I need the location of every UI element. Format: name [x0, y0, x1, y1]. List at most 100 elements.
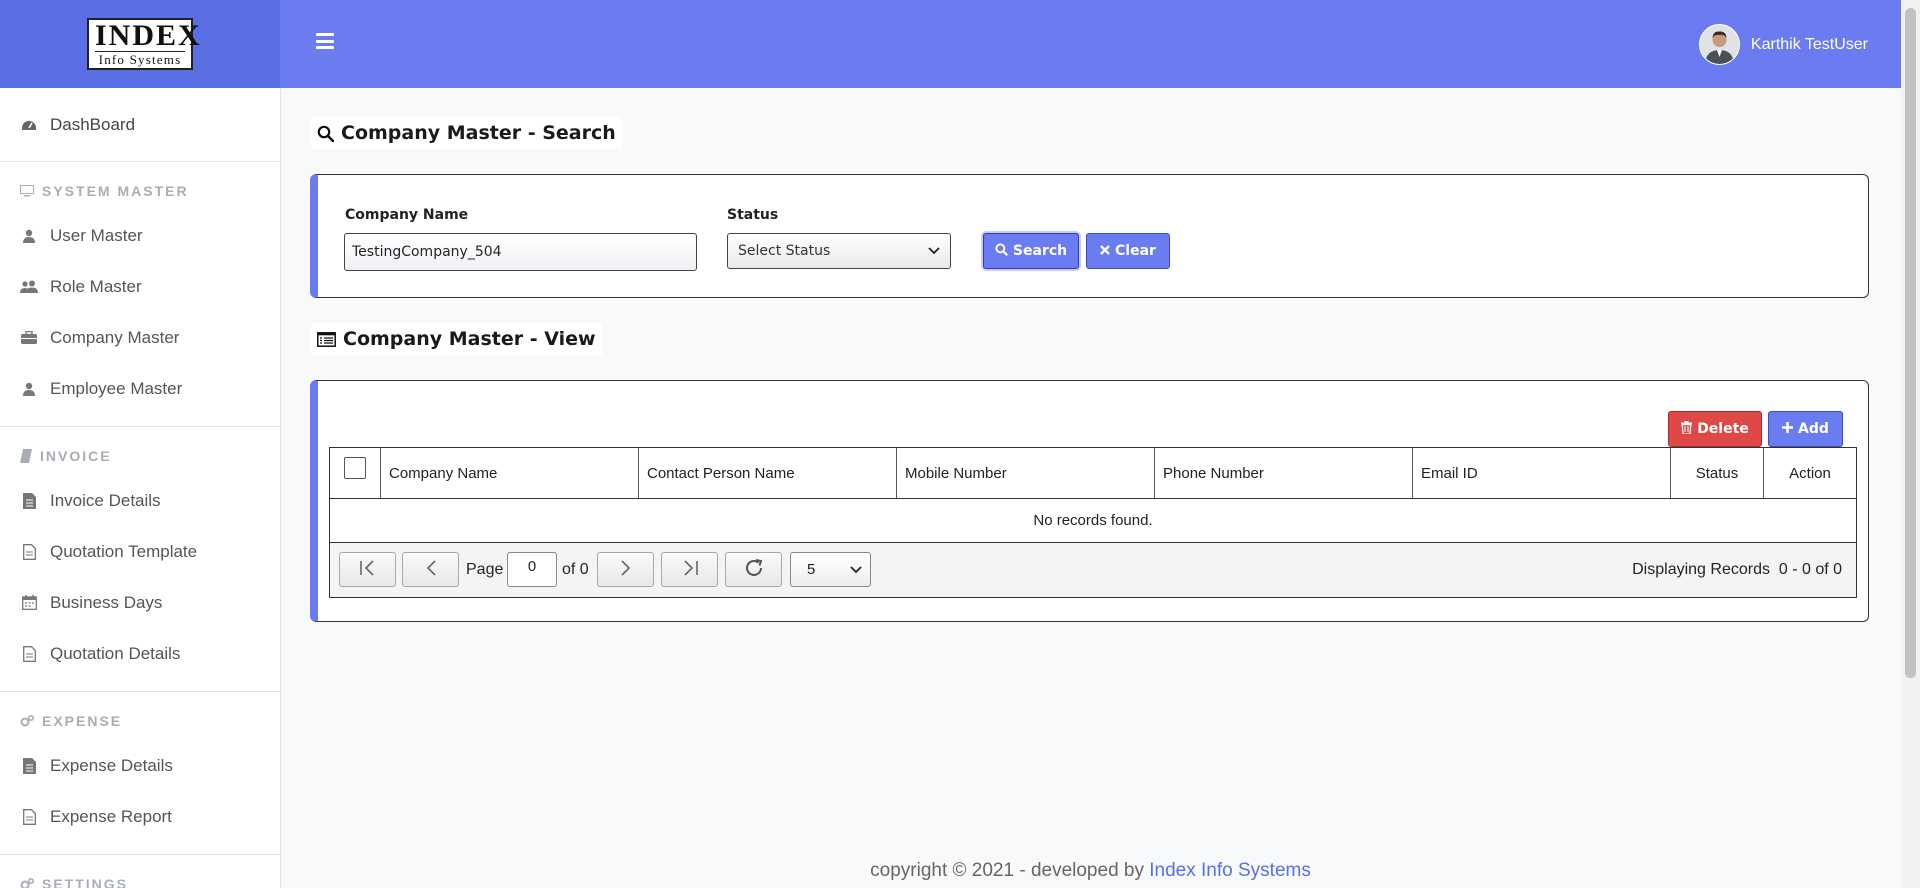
sidebar-item-employee-master[interactable]: Employee Master [0, 363, 280, 414]
sidebar: INDEX Info Systems DashBoard SYSTEM MAST… [0, 0, 281, 888]
last-page-button[interactable] [661, 552, 718, 587]
file-icon [20, 645, 38, 663]
add-button[interactable]: Add [1768, 411, 1843, 447]
sidebar-item-label: Role Master [50, 276, 142, 296]
sidebar-item-expense-report[interactable]: Expense Report [0, 791, 280, 842]
company-name-input[interactable]: TestingCompany_504 [344, 233, 697, 271]
sidebar-item-label: Quotation Template [50, 541, 198, 561]
select-all-checkbox[interactable] [344, 457, 366, 479]
delete-button-label: Delete [1697, 421, 1749, 437]
column-header-company-name[interactable]: Company Name [381, 448, 639, 498]
company-logo[interactable]: INDEX Info Systems [87, 18, 202, 70]
column-header-action: Action [1764, 448, 1856, 498]
sidebar-divider [0, 854, 280, 855]
search-icon [995, 242, 1008, 260]
page-size-select[interactable]: 5 [790, 552, 871, 587]
page-footer: copyright © 2021 - developed by Index In… [0, 860, 1901, 882]
footer-company-link[interactable]: Index Info Systems [1149, 860, 1311, 881]
table-header-row: Company Name Contact Person Name Mobile … [330, 448, 1856, 499]
user-icon [20, 227, 38, 245]
book-icon [20, 449, 32, 463]
select-all-cell [330, 448, 381, 498]
sidebar-section-system-master: SYSTEM MASTER [0, 172, 280, 210]
file-icon [20, 543, 38, 561]
column-header-label: Phone Number [1163, 464, 1264, 482]
section-title: INVOICE [40, 448, 112, 464]
column-header-mobile-number[interactable]: Mobile Number [897, 448, 1155, 498]
logo-main-text: INDEX [95, 19, 202, 52]
user-menu[interactable]: Karthik TestUser [1698, 24, 1868, 65]
add-button-label: Add [1798, 421, 1829, 437]
sidebar-item-user-master[interactable]: User Master [0, 210, 280, 261]
user-icon [20, 380, 38, 398]
sidebar-item-role-master[interactable]: Role Master [0, 261, 280, 312]
file-text-icon [20, 757, 38, 775]
sidebar-divider [0, 426, 280, 427]
sidebar-item-expense-details[interactable]: Expense Details [0, 740, 280, 791]
sidebar-divider [0, 691, 280, 692]
sidebar-item-dashboard[interactable]: DashBoard [0, 88, 280, 162]
logo-sub-text: Info Systems [95, 51, 185, 68]
list-alt-icon [317, 331, 336, 347]
sidebar-item-quotation-template[interactable]: Quotation Template [0, 526, 280, 577]
search-button[interactable]: Search [983, 233, 1079, 269]
user-name: Karthik TestUser [1750, 35, 1868, 53]
company-name-label: Company Name [345, 207, 469, 223]
refresh-icon [743, 557, 765, 583]
sidebar-section-invoice: INVOICE [0, 437, 280, 475]
last-page-icon [681, 559, 699, 580]
sidebar-item-business-days[interactable]: Business Days [0, 577, 280, 628]
section-title: SYSTEM MASTER [42, 183, 189, 199]
section-title: EXPENSE [42, 713, 123, 729]
section-title-text: Company Master - View [343, 328, 596, 350]
first-page-button[interactable] [339, 552, 396, 587]
total-pages-label: of 0 [562, 561, 589, 578]
gears-icon [20, 715, 34, 727]
chevron-right-icon [620, 559, 632, 580]
delete-button[interactable]: Delete [1668, 411, 1762, 447]
plus-icon [1782, 421, 1794, 437]
logo-area: INDEX Info Systems [0, 0, 280, 88]
column-header-label: Contact Person Name [647, 464, 795, 482]
avatar [1698, 24, 1740, 65]
column-header-email-id[interactable]: Email ID [1413, 448, 1671, 498]
clear-button[interactable]: Clear [1086, 233, 1170, 269]
chevron-down-icon [928, 243, 940, 259]
sidebar-item-label: DashBoard [50, 114, 136, 134]
column-header-phone-number[interactable]: Phone Number [1155, 448, 1413, 498]
page-label: Page [466, 561, 504, 578]
records-count-text: Displaying Records 0 - 0 of 0 [1632, 561, 1842, 578]
empty-table-message: No records found. [330, 499, 1856, 543]
scrollbar-thumb[interactable] [1905, 8, 1916, 678]
file-text-icon [20, 492, 38, 510]
column-header-status[interactable]: Status [1671, 448, 1764, 498]
status-label: Status [727, 207, 779, 223]
sidebar-item-label: Invoice Details [50, 490, 161, 510]
sidebar-item-label: Company Master [50, 327, 180, 347]
refresh-button[interactable] [725, 552, 782, 587]
sidebar-item-company-master[interactable]: Company Master [0, 312, 280, 363]
sidebar-item-invoice-details[interactable]: Invoice Details [0, 475, 280, 526]
close-icon [1100, 243, 1110, 259]
users-icon [20, 278, 38, 296]
company-table: Company Name Contact Person Name Mobile … [329, 447, 1857, 598]
hamburger-menu-icon[interactable] [316, 33, 334, 49]
column-header-contact-person[interactable]: Contact Person Name [639, 448, 897, 498]
chevron-left-icon [425, 559, 437, 580]
company-name-value: TestingCompany_504 [352, 244, 502, 260]
next-page-button[interactable] [597, 552, 654, 587]
previous-page-button[interactable] [402, 552, 459, 587]
sidebar-section-expense: EXPENSE [0, 702, 280, 740]
status-select[interactable]: Select Status [727, 233, 951, 269]
page-number-input[interactable]: 0 [507, 552, 557, 587]
search-icon [317, 125, 334, 142]
sidebar-item-quotation-details[interactable]: Quotation Details [0, 628, 280, 679]
column-header-label: Status [1695, 464, 1739, 482]
section-title-text: Company Master - Search [341, 122, 616, 144]
sidebar-item-label: Employee Master [50, 378, 183, 398]
sidebar-item-label: Expense Details [50, 755, 173, 775]
vertical-scrollbar[interactable] [1901, 0, 1920, 888]
search-button-label: Search [1012, 243, 1068, 259]
footer-text: copyright © 2021 - developed by [870, 860, 1150, 881]
paginator: Page 0 of 0 5 Displaying Records 0 - 0 o… [330, 543, 1856, 597]
